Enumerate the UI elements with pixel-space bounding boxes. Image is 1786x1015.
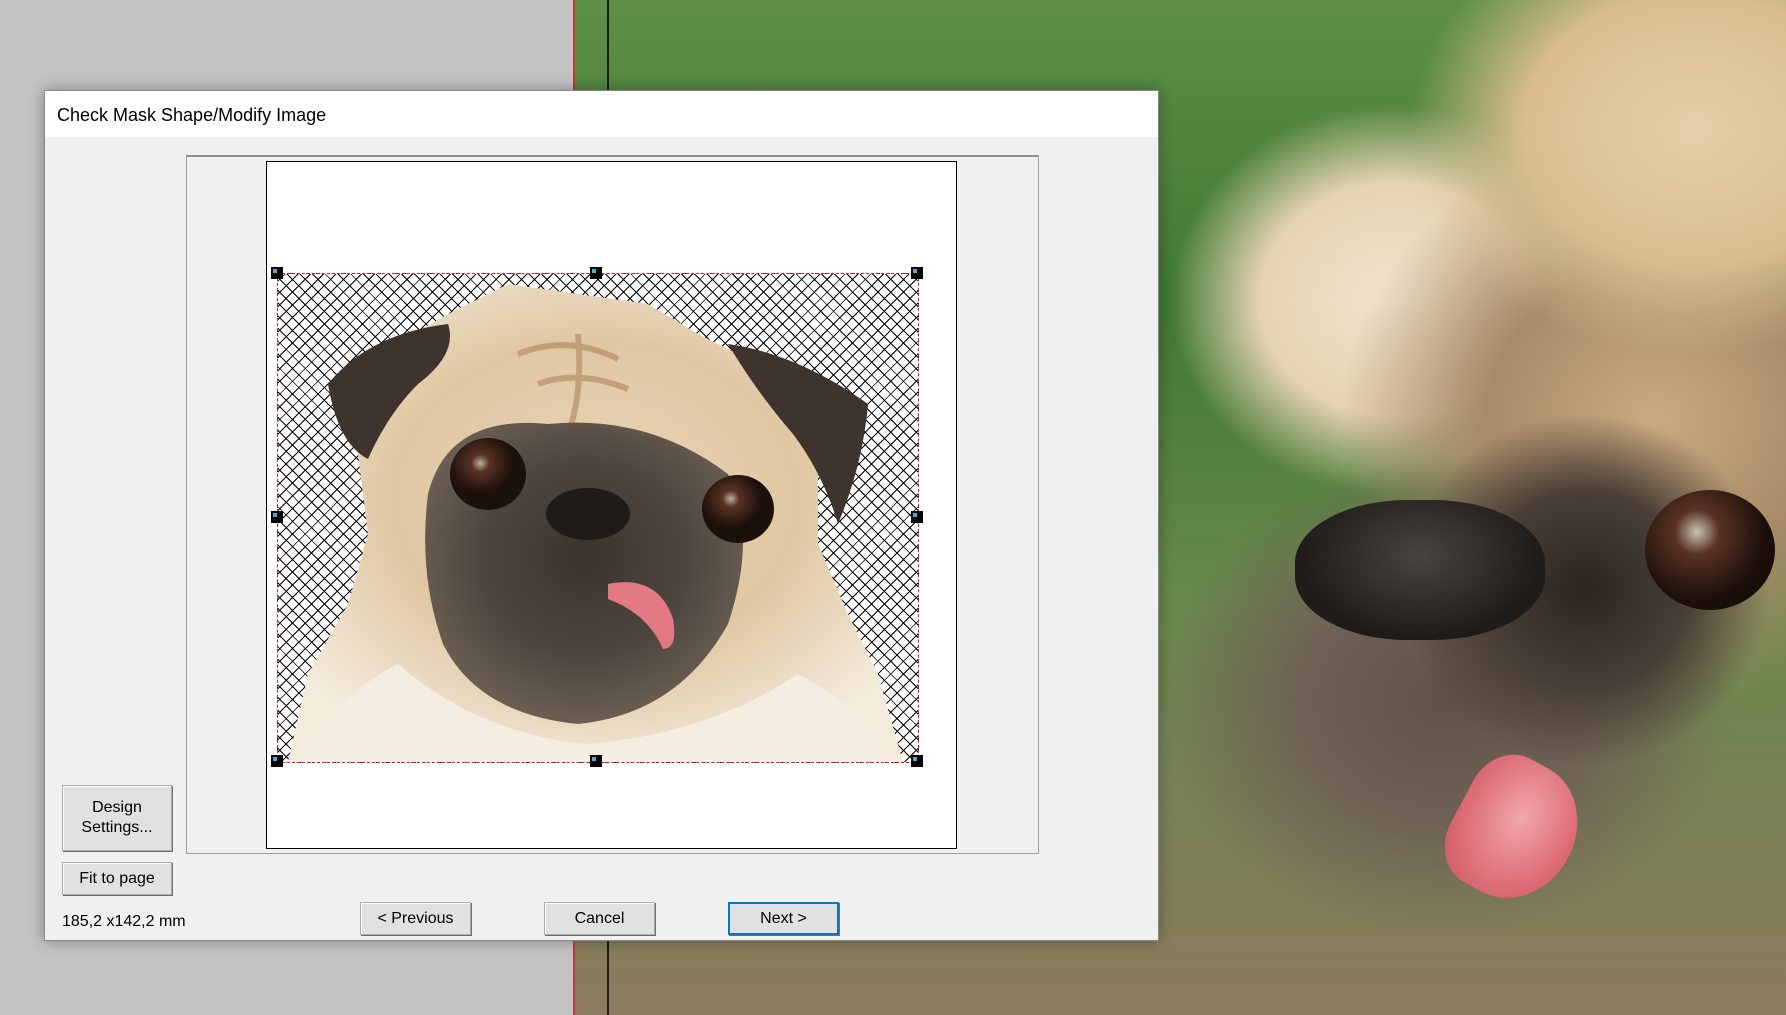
fit-to-page-label: Fit to page xyxy=(79,869,155,887)
pug-nose xyxy=(546,488,630,540)
resize-handle-icon[interactable] xyxy=(911,511,923,523)
resize-handle-icon[interactable] xyxy=(911,755,923,767)
size-readout: 185,2 x142,2 mm xyxy=(62,913,186,930)
design-settings-label-line2: Settings... xyxy=(81,819,153,836)
pug-image xyxy=(288,284,903,762)
next-button[interactable]: Next > xyxy=(728,902,839,935)
previous-button[interactable]: < Previous xyxy=(360,902,471,935)
resize-handle-icon[interactable] xyxy=(271,511,283,523)
cancel-label: Cancel xyxy=(574,909,625,927)
design-settings-button[interactable]: Design Settings... xyxy=(62,785,172,851)
cancel-button[interactable]: Cancel xyxy=(544,902,655,935)
check-mask-dialog: Check Mask Shape/Modify Image Design Set… xyxy=(44,90,1159,941)
resize-handle-icon[interactable] xyxy=(911,267,923,279)
resize-handle-icon[interactable] xyxy=(590,267,602,279)
resize-handle-icon[interactable] xyxy=(271,755,283,767)
background-pug-tongue-icon xyxy=(1429,740,1601,920)
resize-handle-icon[interactable] xyxy=(590,755,602,767)
fit-to-page-button[interactable]: Fit to page xyxy=(62,862,172,895)
preview-page xyxy=(266,161,957,849)
design-settings-label-line1: Design xyxy=(92,799,142,816)
pug-left-eye xyxy=(450,438,526,510)
previous-label: < Previous xyxy=(377,909,454,927)
mask-image-area[interactable] xyxy=(277,273,919,763)
background-pug-nose-icon xyxy=(1295,500,1545,640)
pug-right-eye xyxy=(702,475,774,543)
dialog-titlebar[interactable]: Check Mask Shape/Modify Image xyxy=(45,91,1158,137)
next-label: Next > xyxy=(760,909,807,927)
background-pug-eye-icon xyxy=(1645,490,1775,610)
resize-handle-icon[interactable] xyxy=(271,267,283,279)
dialog-title: Check Mask Shape/Modify Image xyxy=(57,105,327,125)
preview-frame xyxy=(186,155,1039,854)
